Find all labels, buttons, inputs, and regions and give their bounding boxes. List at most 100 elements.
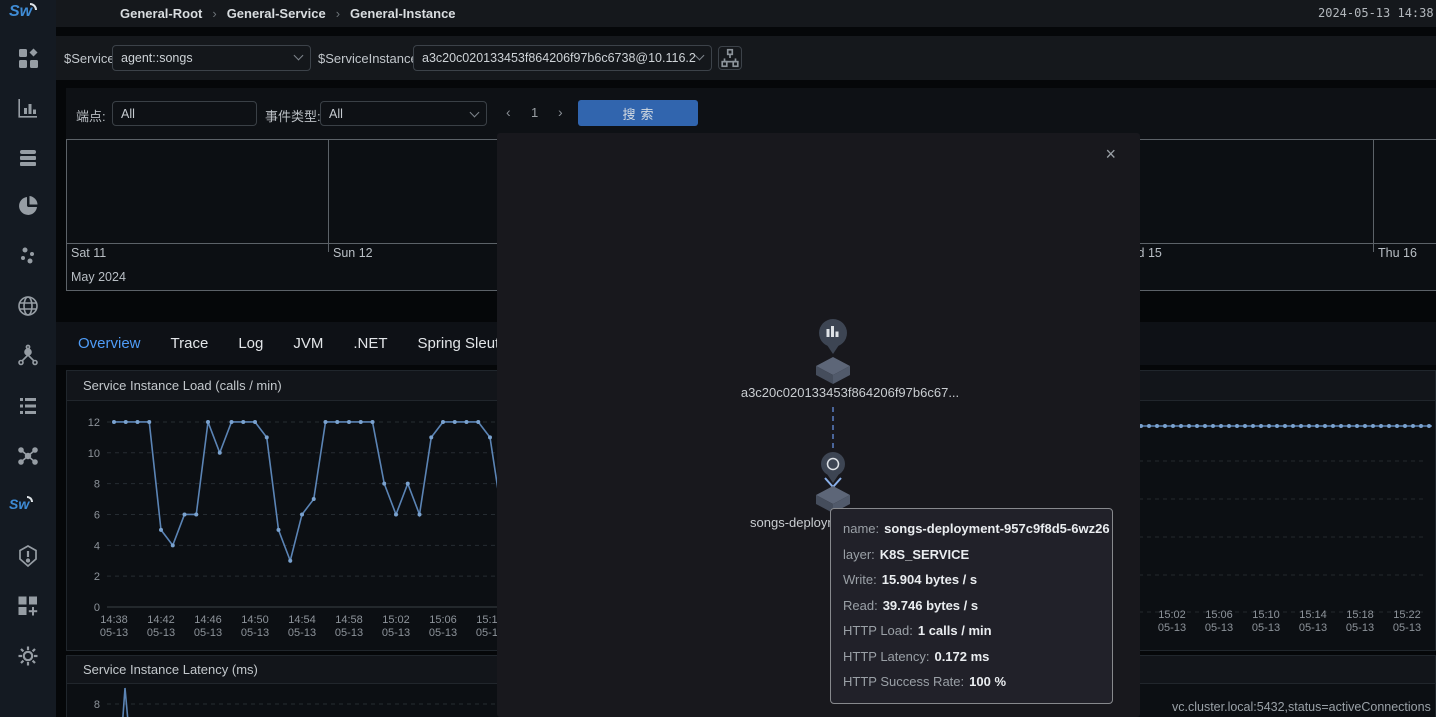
service-select[interactable]: agent::songs — [112, 45, 311, 71]
tooltip-row: Write: 15.904 bytes / s — [843, 567, 1100, 593]
tab[interactable]: .NET — [353, 335, 387, 352]
svg-text:14:4205-13: 14:4205-13 — [147, 614, 175, 639]
svg-text:2: 2 — [94, 571, 100, 583]
breadcrumb-root[interactable]: General-Root — [120, 6, 202, 21]
event-type-select[interactable]: All — [320, 101, 487, 126]
tab[interactable]: Trace — [171, 335, 209, 352]
tooltip-row: Read: 39.746 bytes / s — [843, 593, 1100, 619]
svg-text:15:1805-13: 15:1805-13 — [1346, 609, 1374, 634]
breadcrumb-instance[interactable]: General-Instance — [350, 6, 456, 21]
tooltip-label: name: — [843, 521, 879, 536]
node-tooltip: name:songs-deployment-957c9f8d5-6wz26lay… — [830, 508, 1113, 704]
node2-label[interactable]: songs-deploym — [750, 515, 838, 530]
top-bar: General-Root › General-Service › General… — [56, 0, 1436, 27]
cluster-icon[interactable] — [16, 244, 40, 268]
svg-text:14:5805-13: 14:5805-13 — [335, 614, 363, 639]
tooltip-value: K8S_SERVICE — [880, 547, 969, 562]
service-instance-label: $ServiceInstance — [318, 51, 418, 66]
timeline-day-label: Sat 11 — [71, 246, 106, 260]
charts-icon[interactable] — [16, 96, 40, 120]
tooltip-label: Write: — [843, 572, 877, 587]
endpoint-input[interactable]: All — [112, 101, 257, 126]
logo-swoosh-icon — [30, 3, 37, 10]
event-list-icon[interactable] — [16, 394, 40, 418]
dashboard-icon[interactable] — [16, 46, 40, 70]
tab[interactable]: Log — [238, 335, 263, 352]
prev-page-button[interactable]: ‹ — [506, 104, 511, 120]
service-instance-select[interactable]: a3c20c020133453f864206f97b6c6738@10.116.… — [413, 45, 712, 71]
selector-row: $Service agent::songs $ServiceInstance a… — [56, 36, 1436, 80]
tooltip-label: HTTP Latency: — [843, 649, 929, 664]
pie-chart-icon[interactable] — [16, 194, 40, 218]
legend-series-label: vc.cluster.local:5432,status=activeConne… — [1172, 700, 1431, 714]
tab[interactable]: Overview — [78, 335, 141, 352]
breadcrumb-separator: › — [212, 6, 216, 21]
node1-label[interactable]: a3c20c020133453f864206f97b6c67... — [741, 385, 959, 400]
service-label: $Service — [64, 51, 115, 66]
topology-mini-icon — [719, 47, 741, 69]
alert-shield-icon[interactable] — [16, 544, 40, 568]
timeline-day-line — [66, 140, 67, 291]
timeline-day-line — [328, 140, 329, 252]
search-button[interactable]: 搜索 — [578, 100, 698, 126]
event-type-label: 事件类型: — [265, 106, 321, 125]
widgets-plus-icon[interactable] — [16, 594, 40, 618]
svg-text:15:0205-13: 15:0205-13 — [1158, 609, 1186, 634]
timeline-day-label: Sun 12 — [333, 246, 373, 260]
tooltip-value: 100 % — [969, 674, 1006, 689]
timeline-month-label: May 2024 — [71, 270, 126, 284]
svg-text:14:3805-13: 14:3805-13 — [100, 614, 128, 639]
globe-icon[interactable] — [16, 294, 40, 318]
tab[interactable]: Spring Sleuth — [418, 335, 508, 352]
svg-text:15:0605-13: 15:0605-13 — [429, 614, 457, 639]
timeline-day-line — [1373, 140, 1374, 252]
settings-gear-icon[interactable] — [16, 644, 40, 668]
svg-text:15:0205-13: 15:0205-13 — [382, 614, 410, 639]
svg-text:10: 10 — [88, 448, 100, 460]
breadcrumb: General-Root › General-Service › General… — [120, 0, 456, 27]
chart-legend[interactable]: vc.cluster.local:5432,status=activeConne… — [1172, 700, 1436, 714]
next-page-button[interactable]: › — [558, 104, 563, 120]
skywalking-logo[interactable]: Sw — [9, 3, 37, 21]
svg-text:4: 4 — [94, 540, 100, 552]
storage-icon[interactable] — [16, 146, 40, 170]
svg-text:15:1005-13: 15:1005-13 — [1252, 609, 1280, 634]
tooltip-label: layer: — [843, 547, 875, 562]
svg-text:0: 0 — [94, 602, 100, 614]
date-range[interactable]: 2024-05-13 14:38 ~ 2024-05 — [1318, 6, 1436, 20]
timeline-day-label: Thu 16 — [1378, 246, 1417, 260]
instance-topology-button[interactable] — [718, 46, 742, 70]
tooltip-label: HTTP Success Rate: — [843, 674, 964, 689]
instance-topology-popup: × a3c20c020133453f864206f97b6c67...songs… — [497, 133, 1140, 717]
tooltip-label: Read: — [843, 598, 878, 613]
tooltip-row: HTTP Success Rate: 100 % — [843, 669, 1100, 695]
svg-text:15:2205-13: 15:2205-13 — [1393, 609, 1421, 634]
svg-text:14:5005-13: 14:5005-13 — [241, 614, 269, 639]
svg-text:15:1405-13: 15:1405-13 — [1299, 609, 1327, 634]
tab[interactable]: JVM — [293, 335, 323, 352]
svg-text:6: 6 — [94, 509, 100, 521]
svg-text:8: 8 — [94, 699, 100, 711]
chevron-down-icon — [294, 51, 304, 61]
tooltip-value: 15.904 bytes / s — [882, 572, 977, 587]
svg-text:12: 12 — [88, 417, 100, 429]
svg-text:15:0605-13: 15:0605-13 — [1205, 609, 1233, 634]
breadcrumb-separator: › — [336, 6, 340, 21]
page-number: 1 — [531, 105, 538, 120]
breadcrumb-service[interactable]: General-Service — [227, 6, 326, 21]
tooltip-value: songs-deployment-957c9f8d5-6wz26 — [884, 521, 1109, 536]
tooltip-label: HTTP Load: — [843, 623, 913, 638]
skywalking-logo-secondary[interactable]: Sw — [9, 496, 33, 512]
tooltip-value: 0.172 ms — [934, 649, 989, 664]
tooltip-value: 1 calls / min — [918, 623, 992, 638]
tooltip-row: layer: K8S_SERVICE — [843, 542, 1100, 568]
tooltip-row: HTTP Latency: 0.172 ms — [843, 644, 1100, 670]
svg-text:14:5405-13: 14:5405-13 — [288, 614, 316, 639]
tooltip-value: 39.746 bytes / s — [883, 598, 978, 613]
topology-icon[interactable] — [16, 344, 40, 368]
tooltip-row: name:songs-deployment-957c9f8d5-6wz26 — [843, 516, 1100, 542]
logo-swoosh-icon — [27, 496, 33, 502]
dependency-icon[interactable] — [16, 444, 40, 468]
chevron-down-icon — [470, 108, 480, 118]
svg-text:14:4605-13: 14:4605-13 — [194, 614, 222, 639]
